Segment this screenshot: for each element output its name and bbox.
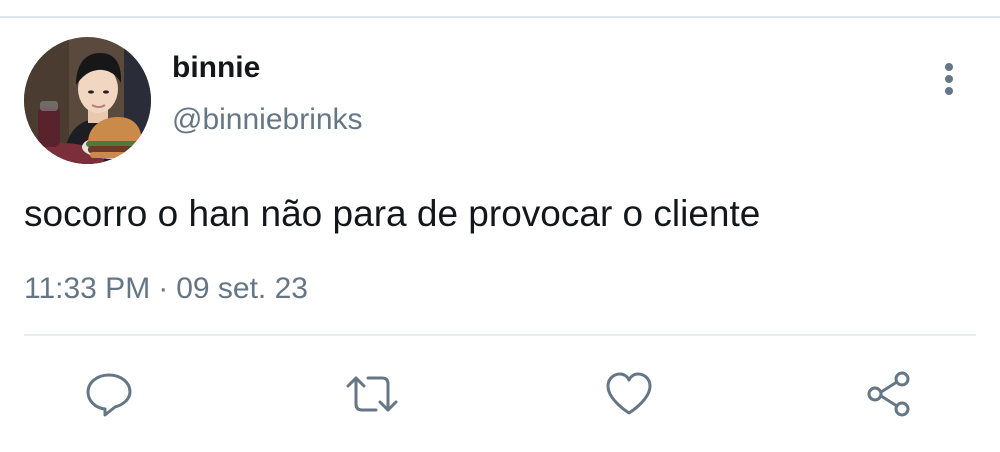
heart-icon [606, 372, 652, 415]
action-divider [24, 334, 976, 336]
user-handle[interactable]: @binniebrinks [172, 102, 363, 138]
like-button[interactable] [604, 370, 654, 418]
retweet-icon [346, 376, 398, 412]
more-vertical-icon [945, 63, 953, 95]
retweet-button[interactable] [344, 370, 398, 418]
more-options-button[interactable] [932, 60, 966, 100]
share-button[interactable] [864, 370, 914, 418]
reply-icon [86, 373, 132, 417]
avatar[interactable] [24, 37, 151, 164]
tweet-timestamp: 11:33 PM · 09 set. 23 [24, 270, 308, 308]
tweet-time: 11:33 PM [24, 272, 151, 305]
display-name[interactable]: binnie [172, 50, 260, 86]
share-icon [867, 371, 910, 417]
top-divider [0, 16, 1000, 18]
reply-button[interactable] [84, 370, 134, 418]
avatar-image [24, 37, 151, 164]
meta-separator: · [158, 272, 169, 305]
tweet-date: 09 set. 23 [176, 272, 308, 305]
tweet-text: socorro o han não para de provocar o cli… [24, 193, 761, 234]
